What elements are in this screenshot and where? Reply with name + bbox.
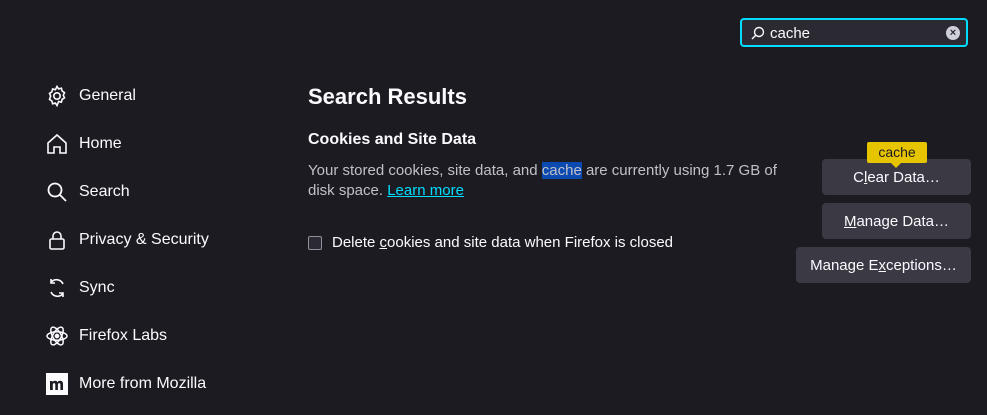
sidebar-item-general[interactable]: General bbox=[44, 76, 264, 116]
home-icon bbox=[44, 131, 70, 157]
page-title: Search Results bbox=[308, 84, 467, 109]
sidebar-item-home[interactable]: Home bbox=[44, 124, 264, 164]
sidebar-item-label: General bbox=[79, 87, 136, 104]
sidebar-item-label: Sync bbox=[79, 279, 115, 296]
search-match-tooltip: cache bbox=[867, 142, 927, 168]
search-highlight: cache bbox=[541, 162, 582, 179]
clear-search-icon[interactable]: × bbox=[946, 26, 960, 40]
sidebar-item-more-from-mozilla[interactable]: More from Mozilla bbox=[44, 364, 264, 404]
delete-on-close-checkbox[interactable] bbox=[308, 235, 322, 250]
lock-icon bbox=[44, 227, 70, 253]
description-text: Your stored cookies, site data, and bbox=[308, 162, 542, 179]
sidebar-item-privacy[interactable]: Privacy & Security bbox=[44, 220, 264, 260]
sidebar-item-label: Home bbox=[79, 135, 122, 152]
search-icon bbox=[44, 179, 70, 205]
sidebar-item-search[interactable]: Search bbox=[44, 172, 264, 212]
manage-exceptions-button[interactable]: Manage Ex ceptions… bbox=[796, 247, 971, 283]
manage-data-button[interactable]: Manage Data… bbox=[822, 203, 971, 239]
section-title: Cookies and Site Data bbox=[308, 131, 477, 148]
search-icon bbox=[751, 26, 765, 45]
mozilla-logo-icon bbox=[44, 371, 70, 397]
gear-icon bbox=[44, 83, 70, 109]
sidebar-item-label: Search bbox=[79, 183, 130, 200]
learn-more-link[interactable]: Learn more bbox=[387, 182, 464, 199]
sync-icon bbox=[44, 275, 70, 301]
sidebar-item-label: Privacy & Security bbox=[79, 231, 209, 248]
atom-icon bbox=[44, 323, 70, 349]
sidebar-item-sync[interactable]: Sync bbox=[44, 268, 264, 308]
sidebar-item-firefox-labs[interactable]: Firefox Labs bbox=[44, 316, 264, 356]
search-input[interactable] bbox=[770, 23, 940, 43]
delete-on-close-option[interactable]: Delete cookies and site data when Firefo… bbox=[308, 234, 673, 251]
sidebar-item-label: Firefox Labs bbox=[79, 327, 168, 344]
section-description: Your stored cookies, site data, and cach… bbox=[308, 161, 788, 201]
sidebar-item-label: More from Mozilla bbox=[79, 375, 207, 392]
checkbox-label: Delete cookies and site data when Firefo… bbox=[332, 234, 674, 251]
search-field[interactable]: × bbox=[740, 18, 968, 47]
